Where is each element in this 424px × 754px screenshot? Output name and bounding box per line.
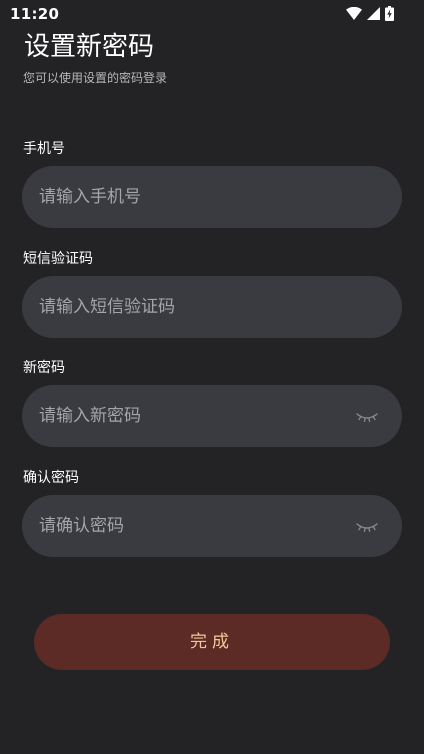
page-subtitle: 您可以使用设置的密码登录 xyxy=(23,71,168,85)
signal-icon xyxy=(367,7,380,20)
confirm-password-label: 确认密码 xyxy=(23,470,79,486)
battery-charging-icon xyxy=(385,6,394,21)
eye-closed-icon[interactable] xyxy=(356,519,378,533)
page-title: 设置新密码 xyxy=(24,32,155,62)
status-bar: 11:20 xyxy=(0,0,424,28)
sms-code-input[interactable] xyxy=(39,276,339,338)
phone-input[interactable] xyxy=(39,166,339,228)
status-time: 11:20 xyxy=(10,5,60,23)
new-password-field-container[interactable] xyxy=(22,385,402,447)
sms-code-field-container[interactable] xyxy=(22,276,402,338)
confirm-password-input[interactable] xyxy=(39,495,339,557)
new-password-label: 新密码 xyxy=(23,360,65,376)
phone-field-container[interactable] xyxy=(22,166,402,228)
confirm-password-field-container[interactable] xyxy=(22,495,402,557)
wifi-icon xyxy=(346,7,362,20)
eye-closed-icon[interactable] xyxy=(356,409,378,423)
phone-label: 手机号 xyxy=(23,141,65,157)
new-password-input[interactable] xyxy=(39,385,339,447)
sms-code-label: 短信验证码 xyxy=(23,251,93,267)
submit-button[interactable]: 完成 xyxy=(34,614,390,670)
status-icons xyxy=(346,6,394,21)
